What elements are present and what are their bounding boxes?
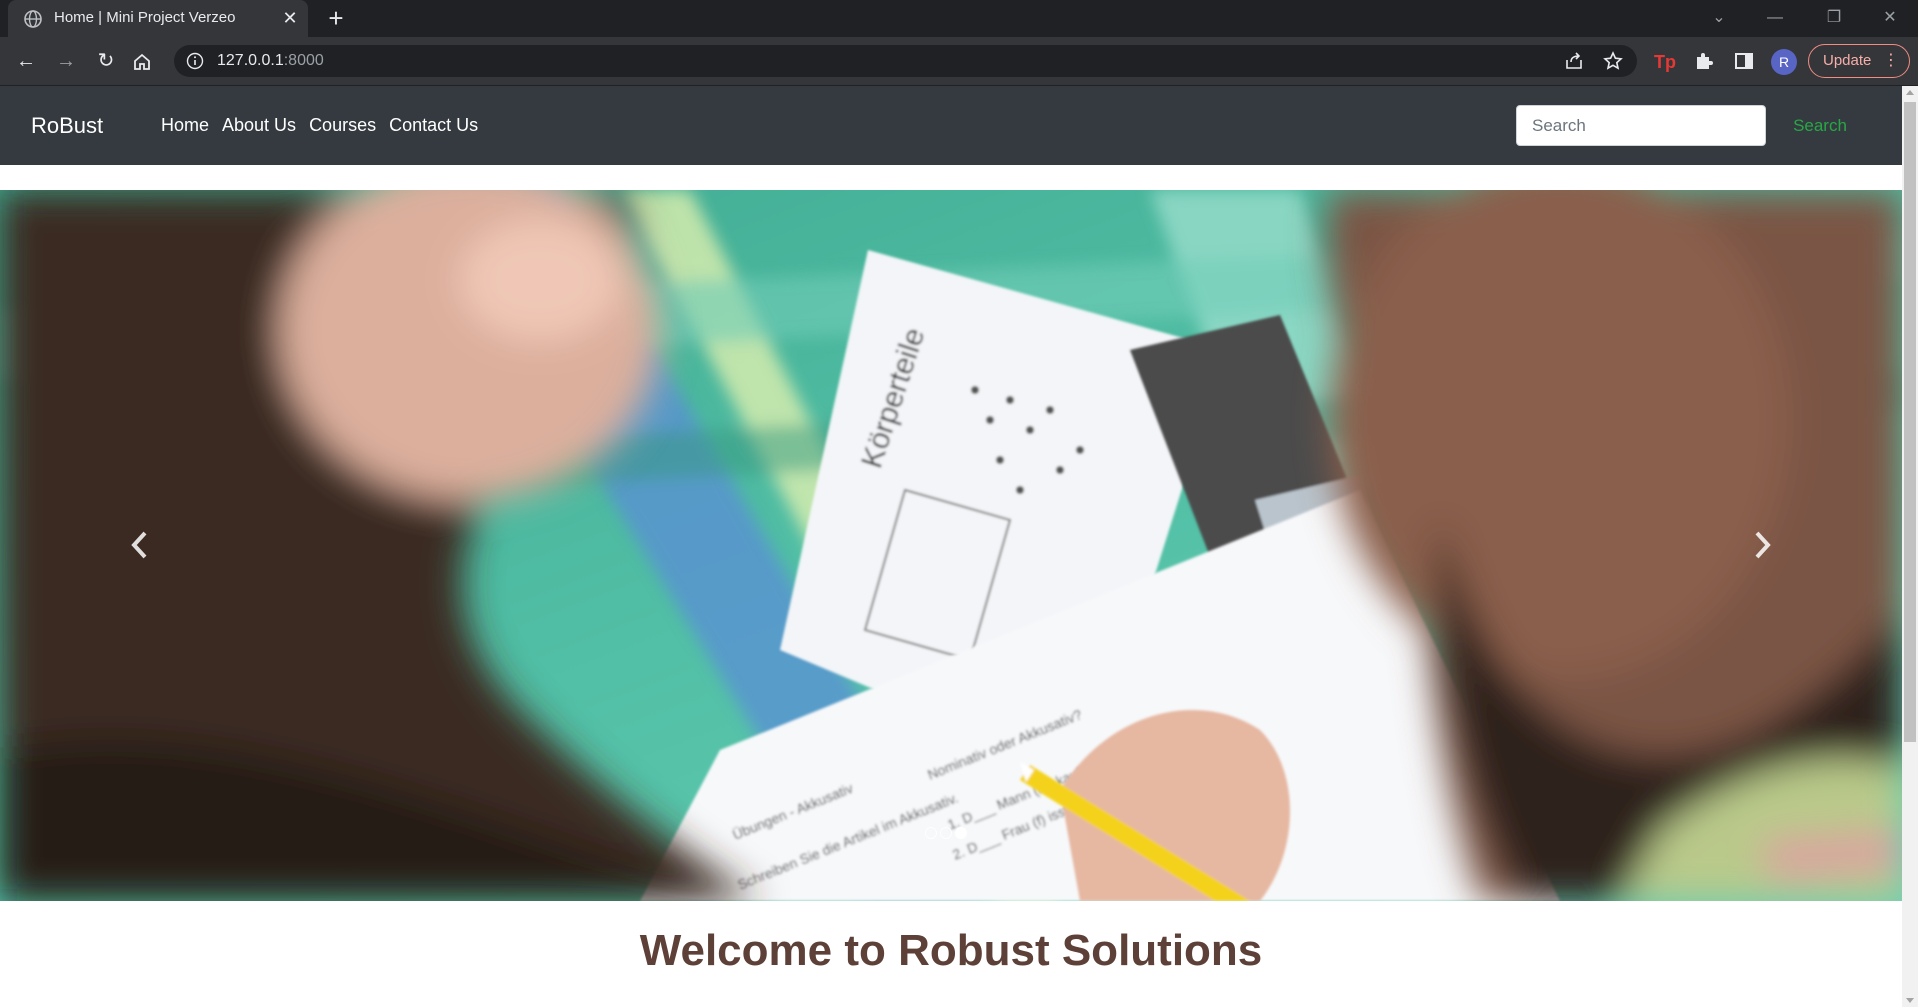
- back-icon[interactable]: ←: [11, 46, 41, 76]
- site-brand[interactable]: RoBust: [31, 113, 103, 139]
- site-info-icon[interactable]: [186, 52, 204, 70]
- carousel-indicator-1[interactable]: [925, 827, 937, 839]
- update-label: Update: [1823, 52, 1872, 69]
- more-menu-icon[interactable]: ⋮: [1883, 45, 1899, 77]
- address-url: 127.0.0.1:8000: [217, 52, 324, 70]
- page-scrollbar[interactable]: [1902, 86, 1918, 1007]
- new-tab-icon[interactable]: +: [323, 5, 349, 32]
- nav-link-home[interactable]: Home: [161, 115, 209, 136]
- extension-tp-icon[interactable]: Tp: [1652, 49, 1676, 73]
- url-host: 127.0.0.1: [217, 52, 284, 69]
- url-port: :8000: [283, 52, 324, 69]
- carousel-indicator-2[interactable]: [940, 827, 952, 839]
- globe-icon: [24, 10, 42, 28]
- minimize-icon[interactable]: —: [1760, 4, 1790, 32]
- nav-link-courses[interactable]: Courses: [309, 115, 376, 136]
- search-input[interactable]: [1516, 105, 1766, 146]
- side-panel-icon[interactable]: [1732, 49, 1756, 73]
- browser-chrome: Home | Mini Project Verzeo ✕ + ⌄ — ❐ ✕ ←…: [0, 0, 1918, 86]
- tab-strip: Home | Mini Project Verzeo ✕ + ⌄ — ❐ ✕: [0, 0, 1918, 37]
- profile-avatar[interactable]: R: [1771, 49, 1797, 75]
- carousel-indicators: [925, 827, 967, 839]
- welcome-heading: Welcome to Robust Solutions: [639, 926, 1263, 975]
- tab-search-icon[interactable]: ⌄: [1704, 4, 1734, 32]
- window-close-icon[interactable]: ✕: [1875, 4, 1905, 32]
- scroll-down-icon[interactable]: [1906, 998, 1914, 1003]
- carousel-slide-image: Körperteile Nominativ oder Akkusativ? Sc…: [0, 190, 1902, 901]
- search-button[interactable]: Search: [1777, 105, 1863, 146]
- share-icon[interactable]: [1563, 50, 1585, 72]
- browser-tab[interactable]: Home | Mini Project Verzeo ✕: [8, 0, 308, 37]
- nav-link-contact-us[interactable]: Contact Us: [389, 115, 478, 136]
- nav-links: Home About Us Courses Contact Us: [161, 115, 491, 136]
- scroll-up-icon[interactable]: [1906, 90, 1914, 95]
- nav-link-about-us[interactable]: About Us: [222, 115, 296, 136]
- bookmark-star-icon[interactable]: [1602, 50, 1624, 72]
- update-button[interactable]: Update ⋮: [1808, 44, 1910, 78]
- chevron-left-icon: [131, 531, 147, 559]
- home-icon[interactable]: [132, 52, 152, 72]
- reload-icon[interactable]: ↻: [91, 46, 121, 76]
- extensions-puzzle-icon[interactable]: [1692, 49, 1716, 73]
- address-bar[interactable]: 127.0.0.1:8000: [174, 45, 1637, 77]
- tab-title: Home | Mini Project Verzeo: [54, 9, 236, 26]
- browser-toolbar: ← → ↻ 127.0.0.1:8000 Tp R Update ⋮: [0, 37, 1918, 86]
- forward-icon[interactable]: →: [51, 46, 81, 76]
- restore-icon[interactable]: ❐: [1819, 4, 1849, 32]
- hero-carousel: Körperteile Nominativ oder Akkusativ? Sc…: [0, 190, 1902, 901]
- site-navbar: RoBust Home About Us Courses Contact Us …: [0, 86, 1902, 165]
- chevron-right-icon: [1755, 531, 1771, 559]
- page-viewport: RoBust Home About Us Courses Contact Us …: [0, 86, 1918, 1007]
- carousel-next-control[interactable]: [1622, 190, 1902, 901]
- carousel-prev-control[interactable]: [0, 190, 280, 901]
- carousel-indicator-3[interactable]: [955, 827, 967, 839]
- tab-close-icon[interactable]: ✕: [280, 8, 300, 28]
- svg-text:Tp: Tp: [1654, 52, 1676, 72]
- scrollbar-thumb[interactable]: [1904, 102, 1916, 742]
